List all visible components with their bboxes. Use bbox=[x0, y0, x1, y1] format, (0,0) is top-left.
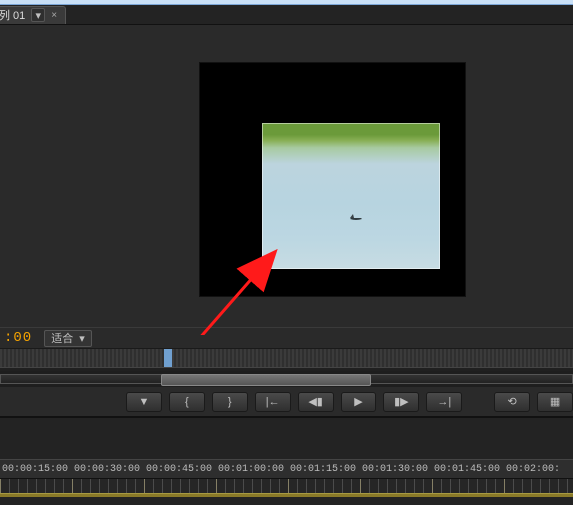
in-point-icon: { bbox=[185, 396, 189, 408]
mark-out-button[interactable]: } bbox=[212, 392, 248, 412]
program-monitor bbox=[0, 25, 573, 327]
zoom-level-label: 适合 bbox=[51, 330, 73, 346]
scrollbar-track[interactable] bbox=[0, 374, 573, 384]
extract-button[interactable]: ▦ bbox=[537, 392, 573, 412]
goto-in-button[interactable]: |← bbox=[255, 392, 291, 412]
ruler-tick-label: 00:01:45:00 bbox=[434, 464, 500, 475]
step-forward-button[interactable]: ▮▶ bbox=[383, 392, 419, 412]
lift-button[interactable]: ⟲ bbox=[494, 392, 530, 412]
play-button[interactable]: ▶ bbox=[341, 392, 377, 412]
panel-tab-bar: 列 01 ▾ × bbox=[0, 5, 573, 25]
tab-close-button[interactable]: × bbox=[51, 10, 57, 21]
transport-controls: ▼ { } |← ◀▮ ▶ ▮▶ →| ⟲ ▦ bbox=[0, 387, 573, 417]
preview-image-boat bbox=[350, 214, 362, 220]
scrollbar-thumb[interactable] bbox=[161, 374, 371, 386]
extract-icon: ▦ bbox=[550, 395, 560, 408]
ruler-tick-label: 00:01:15:00 bbox=[290, 464, 356, 475]
timeline-ruler[interactable]: 00:00:15:00 00:00:30:00 00:00:45:00 00:0… bbox=[0, 459, 573, 479]
ruler-tick-label: 00:00:45:00 bbox=[146, 464, 212, 475]
sequence-tab-label: 列 01 bbox=[0, 7, 25, 23]
zoom-level-select[interactable]: 适合 ▾ bbox=[44, 330, 92, 347]
ruler-tick-label: 00:01:00:00 bbox=[218, 464, 284, 475]
mini-timeline[interactable] bbox=[0, 349, 573, 367]
goto-out-icon: →| bbox=[437, 396, 451, 408]
add-marker-button[interactable]: ▼ bbox=[126, 392, 162, 412]
ruler-tick-label: 00:01:30:00 bbox=[362, 464, 428, 475]
out-point-icon: } bbox=[228, 396, 232, 408]
step-back-icon: ◀▮ bbox=[308, 395, 323, 408]
monitor-info-row: :00 适合 ▾ bbox=[0, 327, 573, 349]
mark-in-button[interactable]: { bbox=[169, 392, 205, 412]
step-back-button[interactable]: ◀▮ bbox=[298, 392, 334, 412]
lift-icon: ⟲ bbox=[508, 395, 517, 408]
sequence-tab[interactable]: 列 01 ▾ × bbox=[0, 6, 66, 24]
step-fwd-icon: ▮▶ bbox=[394, 395, 409, 408]
timeline-tracks-area[interactable] bbox=[0, 497, 573, 505]
marker-icon: ▼ bbox=[139, 396, 150, 408]
ruler-tick-label: 00:00:15:00 bbox=[2, 464, 68, 475]
ruler-tick-label: 00:02:00: bbox=[506, 464, 560, 475]
goto-out-button[interactable]: →| bbox=[426, 392, 462, 412]
goto-in-icon: |← bbox=[266, 396, 280, 408]
mini-timeline-playhead[interactable] bbox=[164, 349, 172, 367]
caret-down-icon: ▾ bbox=[79, 332, 85, 345]
tab-menu-button[interactable]: ▾ bbox=[31, 8, 45, 22]
current-timecode[interactable]: :00 bbox=[4, 330, 32, 346]
panel-gap bbox=[0, 417, 573, 459]
timeline-ticks[interactable] bbox=[0, 479, 573, 493]
play-icon: ▶ bbox=[354, 395, 362, 408]
preview-image[interactable] bbox=[262, 123, 440, 269]
caret-down-icon: ▾ bbox=[36, 9, 42, 22]
ruler-tick-label: 00:00:30:00 bbox=[74, 464, 140, 475]
mini-timeline-scrollbar[interactable] bbox=[0, 371, 573, 387]
